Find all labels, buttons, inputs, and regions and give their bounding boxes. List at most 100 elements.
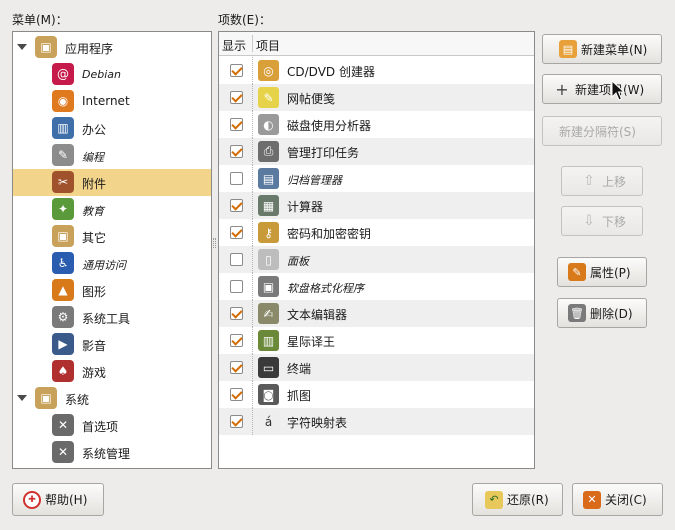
tree-row[interactable]: ◉ Internet: [13, 88, 211, 115]
programming-icon: ✎: [52, 144, 74, 166]
disk-analyzer-icon: ◐: [258, 114, 279, 135]
tree-row[interactable]: ✦ 教育: [13, 196, 211, 223]
show-checkbox[interactable]: [230, 280, 243, 293]
delete-button[interactable]: 🗑 删除(D): [557, 298, 647, 328]
tree-row-label: 系统管理: [82, 447, 131, 461]
tree-row-label: 图形: [82, 285, 107, 299]
item-row[interactable]: ▣ 软盘格式化程序: [219, 273, 534, 300]
move-up-button[interactable]: ⇧ 上移: [561, 166, 643, 196]
item-row[interactable]: ⎙ 管理打印任务: [219, 138, 534, 165]
item-row[interactable]: ▦ 计算器: [219, 192, 534, 219]
new-separator-button[interactable]: 新建分隔符(S): [542, 116, 662, 146]
new-menu-button[interactable]: ▤ 新建菜单(N): [542, 34, 662, 64]
tree-row[interactable]: ▣ 应用程序: [13, 34, 211, 61]
move-down-button[interactable]: ⇩ 下移: [561, 206, 643, 236]
item-label: 终端: [287, 362, 312, 376]
properties-button[interactable]: ✎ 属性(P): [557, 257, 647, 287]
tree-row[interactable]: ▲ 图形: [13, 277, 211, 304]
archive-manager-icon: ▤: [258, 168, 279, 189]
education-icon: ✦: [52, 198, 74, 220]
new-item-button[interactable]: + 新建项目(W): [542, 74, 662, 104]
tree-row[interactable]: ✕ 系统管理: [13, 439, 211, 466]
tree-row[interactable]: ✕ 首选项: [13, 412, 211, 439]
show-checkbox[interactable]: [230, 253, 243, 266]
show-checkbox[interactable]: [230, 334, 243, 347]
show-checkbox[interactable]: [230, 361, 243, 374]
show-checkbox[interactable]: [230, 415, 243, 428]
chevron-down-icon[interactable]: [17, 393, 27, 403]
tree-row[interactable]: ▣ 系统: [13, 385, 211, 412]
column-divider: [252, 327, 253, 354]
tree-row[interactable]: ✂ 附件: [13, 169, 211, 196]
menus-label: 菜单(M)：: [12, 13, 68, 27]
item-label: 密码和加密密钥: [287, 227, 372, 241]
revert-label: 还原(R): [507, 493, 549, 507]
column-divider: [252, 192, 253, 219]
cd-burner-icon: ◎: [258, 60, 279, 81]
show-checkbox[interactable]: [230, 91, 243, 104]
column-header-show[interactable]: 显示: [222, 37, 246, 54]
new-menu-icon: ▤: [559, 40, 577, 58]
column-divider: [252, 300, 253, 327]
graphics-icon: ▲: [52, 279, 74, 301]
tree-row[interactable]: ♿ 通用访问: [13, 250, 211, 277]
show-checkbox[interactable]: [230, 145, 243, 158]
tree-row[interactable]: ▣ 其它: [13, 223, 211, 250]
item-row[interactable]: ✎ 网帖便笺: [219, 84, 534, 111]
item-label: 软盘格式化程序: [287, 282, 364, 295]
move-down-label: 下移: [602, 214, 627, 229]
item-label: 磁盘使用分析器: [287, 119, 372, 133]
column-divider: [252, 381, 253, 408]
column-header-item[interactable]: 项目: [256, 37, 280, 54]
item-row[interactable]: ◐ 磁盘使用分析器: [219, 111, 534, 138]
item-label: 管理打印任务: [287, 146, 360, 160]
tree-row-label: 首选项: [82, 420, 119, 434]
item-label: 面板: [287, 255, 309, 268]
item-label: 网帖便笺: [287, 92, 336, 106]
menu-tree[interactable]: ▣ 应用程序 @ Debian ◉ Internet ▥ 办公 ✎ 编程 ✂ 附件 ✦ 教育 ▣ 其它 ♿ 通用访…: [12, 31, 212, 469]
printer-icon: ⎙: [258, 141, 279, 162]
item-row[interactable]: ▥ 星际译王: [219, 327, 534, 354]
tree-row[interactable]: @ Debian: [13, 61, 211, 88]
show-checkbox[interactable]: [230, 172, 243, 185]
tree-row-label: 系统: [65, 393, 90, 407]
tree-row[interactable]: ▥ 办公: [13, 115, 211, 142]
item-label: 抓图: [287, 389, 312, 403]
item-row[interactable]: ◙ 抓图: [219, 381, 534, 408]
item-row[interactable]: ▤ 归档管理器: [219, 165, 534, 192]
item-row[interactable]: ▭ 终端: [219, 354, 534, 381]
item-row[interactable]: ✍ 文本编辑器: [219, 300, 534, 327]
show-checkbox[interactable]: [230, 64, 243, 77]
show-checkbox[interactable]: [230, 388, 243, 401]
revert-button[interactable]: ↶ 还原(R): [472, 483, 563, 516]
show-checkbox[interactable]: [230, 226, 243, 239]
column-divider: [252, 84, 253, 111]
show-checkbox[interactable]: [230, 307, 243, 320]
tree-row[interactable]: ✎ 编程: [13, 142, 211, 169]
items-label: 项数(E)：: [218, 13, 271, 27]
tree-row[interactable]: ♠ 游戏: [13, 358, 211, 385]
show-checkbox[interactable]: [230, 199, 243, 212]
new-menu-label: 新建菜单(N): [581, 42, 648, 57]
properties-icon: ✎: [568, 263, 586, 281]
item-row[interactable]: á 字符映射表: [219, 408, 534, 435]
mouse-pointer-icon: [611, 80, 625, 101]
tree-row[interactable]: ▶ 影音: [13, 331, 211, 358]
chevron-down-icon[interactable]: [17, 42, 27, 52]
tree-row-label: 编程: [82, 151, 104, 164]
sticky-notes-icon: ✎: [258, 87, 279, 108]
item-label: 字符映射表: [287, 416, 348, 430]
items-list[interactable]: 显示 项目 ◎ CD/DVD 创建器 ✎ 网帖便笺 ◐ 磁盘使用分析器 ⎙ 管理打印任务 ▤ 归档…: [218, 31, 535, 469]
pane-resize-handle[interactable]: [213, 238, 216, 248]
item-row[interactable]: ◎ CD/DVD 创建器: [219, 57, 534, 84]
item-row[interactable]: ▯ 面板: [219, 246, 534, 273]
help-button[interactable]: ✚ 帮助(H): [12, 483, 104, 516]
debian-icon: @: [52, 63, 74, 85]
arrow-down-icon: ⇩: [583, 213, 595, 229]
item-row[interactable]: ⚷ 密码和加密密钥: [219, 219, 534, 246]
close-button[interactable]: ✕ 关闭(C): [572, 483, 663, 516]
system-tools-icon: ⚙: [52, 306, 74, 328]
tree-row[interactable]: ⚙ 系统工具: [13, 304, 211, 331]
accessibility-icon: ♿: [52, 252, 74, 274]
show-checkbox[interactable]: [230, 118, 243, 131]
